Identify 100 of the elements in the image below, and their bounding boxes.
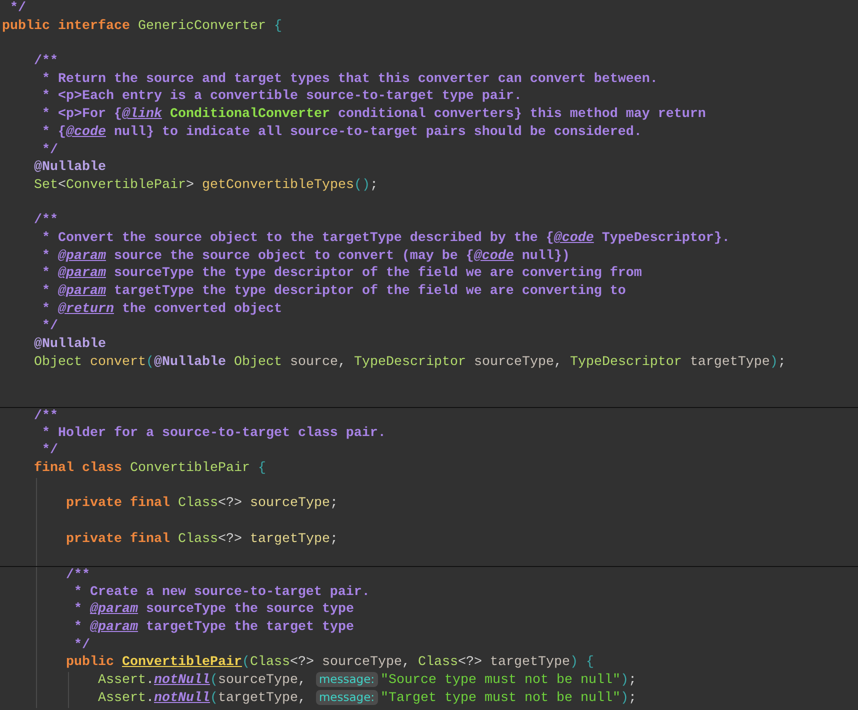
doc-tag: @param bbox=[90, 620, 138, 636]
method-name: convert bbox=[90, 354, 146, 370]
doc-tag: @code bbox=[66, 124, 106, 140]
code-punctuation: > bbox=[186, 178, 194, 193]
doc-tag: @param bbox=[90, 602, 138, 618]
code-punctuation: , bbox=[338, 354, 346, 370]
type-name: Object bbox=[34, 354, 82, 370]
code-punctuation: ( bbox=[242, 655, 250, 670]
doc-tag: @code bbox=[474, 248, 514, 264]
doc-tag: @code bbox=[554, 230, 594, 246]
code-punctuation: ) { bbox=[570, 655, 594, 670]
code-punctuation: ; bbox=[778, 354, 786, 370]
type-name: TypeDescriptor bbox=[354, 354, 466, 370]
code-comment: /** bbox=[66, 568, 90, 583]
code-comment: * bbox=[74, 602, 82, 618]
code-punctuation: . bbox=[146, 690, 154, 706]
code-comment: * Convert the source object to the targetType described by the { bbox=[42, 230, 554, 246]
code-comment: /** bbox=[34, 408, 58, 424]
code-comment: */ bbox=[10, 1, 26, 16]
code-punctuation: ; bbox=[628, 673, 636, 688]
code-punctuation: ; bbox=[628, 690, 636, 706]
field-name: targetType bbox=[250, 532, 330, 547]
code-punctuation: ; bbox=[330, 532, 338, 547]
code-comment: sourceType the source type bbox=[146, 602, 354, 618]
code-keyword: final class bbox=[34, 460, 122, 476]
code-comment: * Holder for a source-to-target class pair. bbox=[42, 426, 386, 440]
code-punctuation: ) bbox=[620, 673, 628, 688]
code-annotation: @Nullable bbox=[34, 337, 106, 352]
parameter-hint: message: bbox=[316, 690, 378, 705]
code-comment: * bbox=[42, 284, 50, 299]
code-comment: targetType the target type bbox=[146, 620, 354, 636]
code-keyword: private final bbox=[66, 496, 170, 512]
code-annotation: @Nullable bbox=[34, 160, 106, 176]
type-name: Class bbox=[418, 655, 458, 670]
code-comment: the converted object bbox=[122, 302, 282, 317]
code-punctuation: ) bbox=[770, 354, 778, 370]
static-method-name: notNull bbox=[154, 673, 210, 688]
code-comment: sourceType the type descriptor of the field we are converting from bbox=[114, 266, 642, 282]
code-punctuation: () bbox=[354, 178, 370, 193]
string-literal: "Source type must not be null" bbox=[380, 673, 620, 688]
code-comment: */ bbox=[42, 443, 58, 458]
code-comment: source the source object to convert (may be { bbox=[114, 248, 474, 264]
code-punctuation: , bbox=[554, 354, 562, 370]
code-annotation: @Nullable bbox=[154, 354, 226, 370]
code-punctuation: . bbox=[146, 673, 154, 688]
code-punctuation: ( bbox=[210, 690, 218, 706]
code-comment: * bbox=[74, 620, 82, 636]
type-name: Object bbox=[234, 354, 282, 370]
code-keyword: private final bbox=[66, 532, 170, 547]
code-punctuation: { bbox=[258, 460, 266, 476]
code-punctuation: , bbox=[298, 690, 306, 706]
code-punctuation: ; bbox=[370, 178, 378, 193]
field-name: sourceType bbox=[250, 496, 330, 512]
doc-tag: @param bbox=[58, 284, 106, 299]
type-name: Assert bbox=[98, 690, 146, 706]
code-punctuation: <?> bbox=[218, 532, 242, 547]
parameter-name: source bbox=[290, 354, 338, 370]
code-keyword: public bbox=[66, 655, 114, 670]
code-comment: * bbox=[42, 266, 50, 282]
code-punctuation: <?> bbox=[458, 655, 482, 670]
code-punctuation: <?> bbox=[218, 496, 242, 512]
type-name: ConvertiblePair bbox=[66, 178, 186, 193]
parameter-name: targetType bbox=[490, 655, 570, 670]
doc-tag: @link bbox=[122, 107, 162, 122]
code-comment: */ bbox=[42, 142, 58, 158]
code-comment: /** bbox=[34, 54, 58, 70]
code-punctuation: { bbox=[274, 18, 282, 34]
static-method-name: notNull bbox=[154, 690, 210, 706]
code-comment: targetType the type descriptor of the field we are converting to bbox=[114, 284, 626, 299]
code-comment: * bbox=[42, 302, 50, 317]
parameter-name: sourceType bbox=[218, 673, 298, 688]
doc-tag: @param bbox=[58, 266, 106, 282]
parameter-name: sourceType bbox=[322, 655, 402, 670]
code-comment: null}) bbox=[522, 248, 570, 264]
type-name: Set bbox=[34, 178, 58, 193]
constructor-name: ConvertiblePair bbox=[122, 655, 242, 670]
code-comment: * Return the source and target types that this converter can convert between. bbox=[42, 72, 658, 87]
type-name: TypeDescriptor bbox=[570, 354, 682, 370]
code-comment: null} to indicate all source-to-target pairs should be considered. bbox=[114, 124, 642, 140]
code-comment: conditional converters} this method may return bbox=[338, 107, 706, 122]
code-punctuation: < bbox=[58, 178, 66, 193]
string-literal: "Target type must not be null" bbox=[380, 690, 620, 706]
code-comment: * bbox=[42, 248, 50, 264]
parameter-name: targetType bbox=[218, 690, 298, 706]
code-comment: */ bbox=[74, 638, 90, 653]
type-name: Class bbox=[178, 496, 218, 512]
code-punctuation: ( bbox=[210, 673, 218, 688]
doc-tag: @return bbox=[58, 302, 114, 317]
parameter-hint: message: bbox=[316, 672, 378, 688]
code-punctuation: , bbox=[402, 655, 410, 670]
parameter-name: targetType bbox=[690, 354, 770, 370]
code-comment: * <p>For { bbox=[42, 107, 122, 122]
doc-tag: @param bbox=[58, 248, 106, 264]
code-comment: * Create a new source-to-target pair. bbox=[74, 584, 370, 600]
type-name: ConvertiblePair bbox=[130, 460, 250, 476]
code-comment: /** bbox=[34, 213, 58, 228]
code-comment: * { bbox=[42, 124, 66, 140]
code-punctuation: ( bbox=[146, 354, 154, 370]
parameter-name: sourceType bbox=[474, 354, 554, 370]
code-punctuation: ) bbox=[620, 690, 628, 706]
